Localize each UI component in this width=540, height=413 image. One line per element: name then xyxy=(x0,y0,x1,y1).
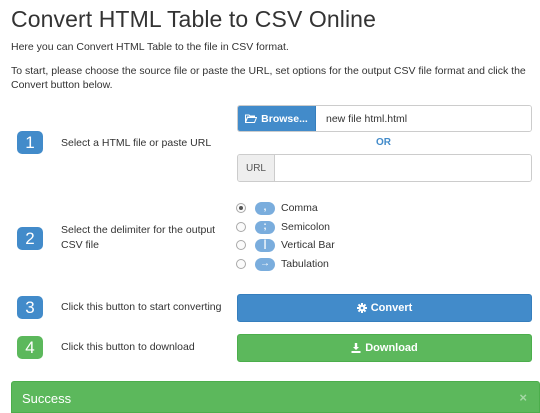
folder-open-icon xyxy=(245,114,258,123)
radio-vertical-bar[interactable] xyxy=(236,240,246,250)
delimiter-option-comma[interactable]: , Comma xyxy=(236,200,318,216)
comma-symbol-badge: , xyxy=(255,201,275,215)
url-input[interactable] xyxy=(275,155,531,181)
step-4-text: Click this button to download xyxy=(61,341,195,353)
vertical-bar-symbol-badge: | xyxy=(255,238,275,252)
step-1-text: Select a HTML file or paste URL xyxy=(61,137,212,149)
step-4-badge: 4 xyxy=(17,336,43,359)
step-3-badge: 3 xyxy=(17,296,43,319)
gear-icon xyxy=(356,303,367,313)
url-group: URL xyxy=(237,154,532,182)
step-1-badge: 1 xyxy=(17,131,43,154)
download-button[interactable]: Download xyxy=(237,334,532,362)
delimiter-label-semicolon: Semicolon xyxy=(281,221,331,233)
radio-semicolon[interactable] xyxy=(236,222,246,232)
delimiter-option-vertical-bar[interactable]: | Vertical Bar xyxy=(236,237,335,253)
tabulation-symbol-badge: → xyxy=(255,257,275,271)
selected-file-name: new file html.html xyxy=(316,106,531,131)
step-3-text: Click this button to start converting xyxy=(61,301,222,313)
page-title: Convert HTML Table to CSV Online xyxy=(11,6,376,32)
semicolon-symbol-badge: ; xyxy=(255,220,275,234)
delimiter-option-semicolon[interactable]: ; Semicolon xyxy=(236,219,330,235)
download-button-label: Download xyxy=(365,342,418,354)
success-alert-title: Success xyxy=(22,391,72,406)
delimiter-label-tabulation: Tabulation xyxy=(281,258,329,270)
page-subtitle: Here you can Convert HTML Table to the f… xyxy=(11,41,289,53)
file-picker: Browse... new file html.html xyxy=(237,105,532,132)
url-addon-label: URL xyxy=(238,155,275,181)
success-alert: Success × xyxy=(11,381,540,413)
or-separator: OR xyxy=(376,137,391,148)
convert-button-label: Convert xyxy=(370,302,413,314)
delimiter-label-vertical-bar: Vertical Bar xyxy=(281,239,335,251)
radio-comma[interactable] xyxy=(236,203,246,213)
step-2-badge: 2 xyxy=(17,227,43,250)
step-2-text: Select the delimiter for the output CSV … xyxy=(61,224,216,251)
convert-button[interactable]: Convert xyxy=(237,294,532,322)
intro-text: To start, please choose the source file … xyxy=(11,65,526,91)
radio-tabulation[interactable] xyxy=(236,259,246,269)
download-icon xyxy=(351,343,361,353)
close-icon[interactable]: × xyxy=(519,390,527,405)
browse-button[interactable]: Browse... xyxy=(238,106,316,131)
converter-page: Convert HTML Table to CSV Online Here yo… xyxy=(0,0,540,413)
browse-button-label: Browse... xyxy=(261,112,308,125)
delimiter-label-comma: Comma xyxy=(281,202,318,214)
delimiter-option-tabulation[interactable]: → Tabulation xyxy=(236,256,329,272)
